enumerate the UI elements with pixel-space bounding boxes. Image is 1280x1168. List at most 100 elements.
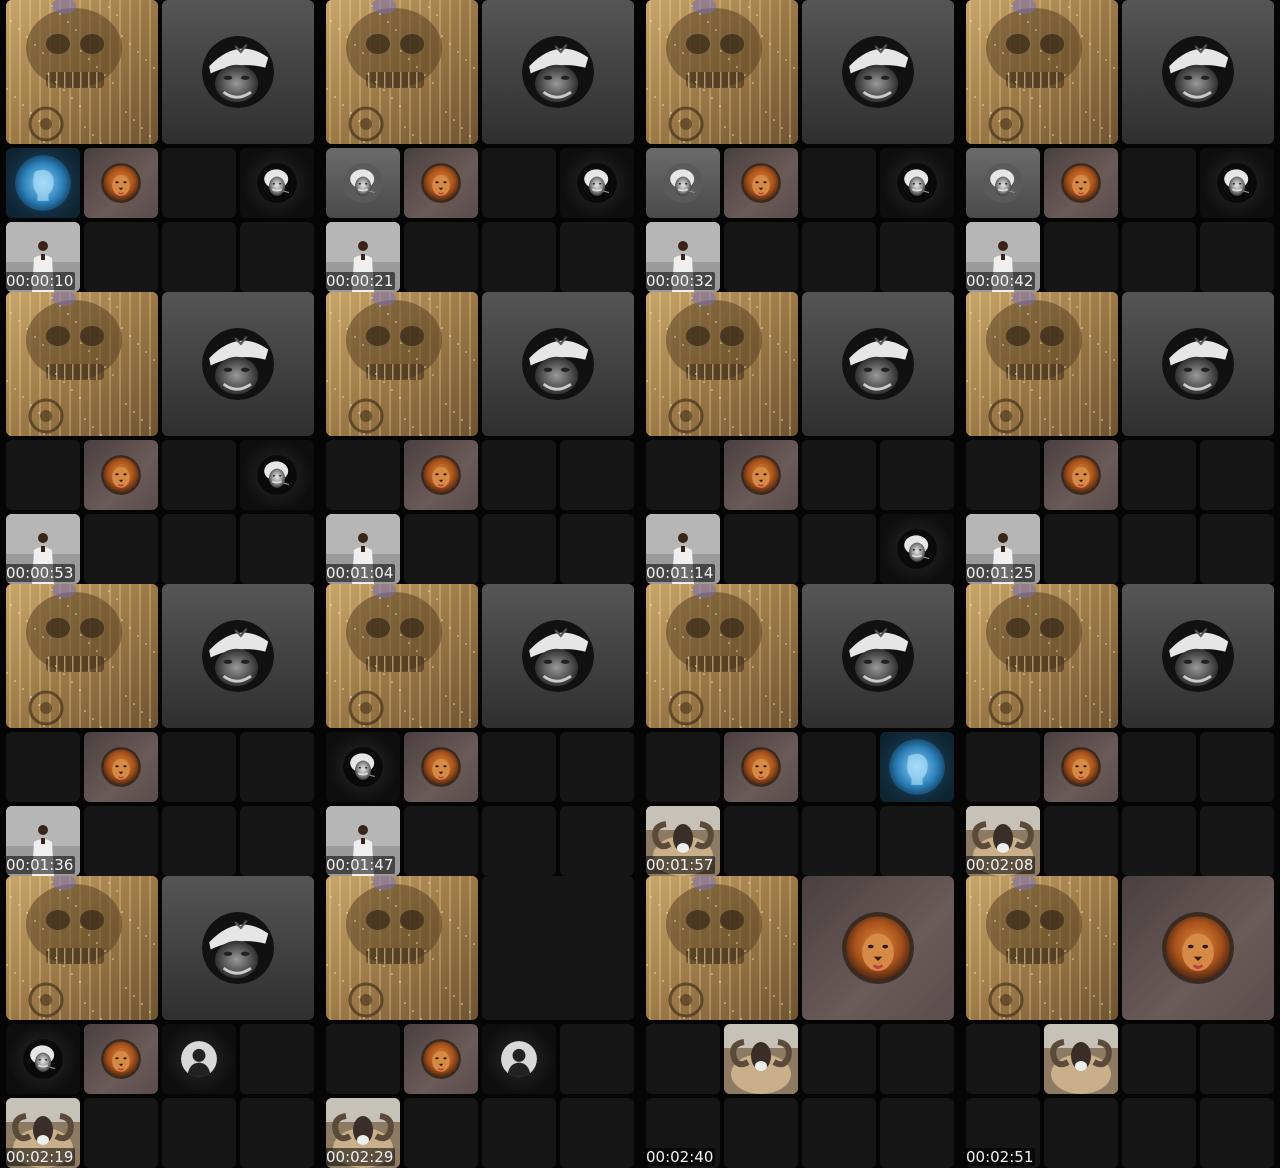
screen-share-tile[interactable] [326,292,478,436]
screen-share-tile[interactable] [966,0,1118,144]
lion-avatar-icon [1061,455,1101,495]
lion-avatar-icon [101,747,141,787]
screen-share-tile[interactable] [966,876,1118,1020]
active-speaker-tile[interactable] [1122,0,1274,144]
empty-participant-slot [1200,222,1274,292]
frame-thumbnail[interactable]: 00:00:53 [0,292,320,584]
participant-tile[interactable] [560,148,634,218]
participant-tile[interactable] [404,1024,478,1094]
ram-avatar-icon [724,1024,798,1094]
active-speaker-tile[interactable] [1122,584,1274,728]
participant-tile[interactable] [1044,148,1118,218]
participant-tile[interactable] [1044,732,1118,802]
participant-tile[interactable] [84,440,158,510]
frame-thumbnail[interactable]: 00:02:08 [960,584,1280,876]
participant-tile[interactable] [880,514,954,584]
participant-tile[interactable] [6,148,80,218]
participant-tile[interactable] [84,1024,158,1094]
empty-participant-slot [1044,514,1118,584]
active-speaker-tile[interactable] [162,292,314,436]
frame-thumbnail[interactable]: 00:01:04 [320,292,640,584]
frame-thumbnail[interactable]: 00:02:51 [960,876,1280,1168]
participant-tile[interactable] [1044,1024,1118,1094]
lion-avatar-icon [101,163,141,203]
participant-tile[interactable] [162,1024,236,1094]
participant-tile[interactable] [6,1024,80,1094]
active-speaker-tile[interactable] [482,0,634,144]
frame-thumbnail[interactable]: 00:01:36 [0,584,320,876]
active-speaker-tile[interactable] [1122,876,1274,1020]
participant-tile[interactable] [724,440,798,510]
active-speaker-tile[interactable] [482,584,634,728]
participant-tile[interactable] [724,732,798,802]
participant-tile[interactable] [880,732,954,802]
timestamp-label: 00:00:21 [324,272,396,290]
screen-share-tile[interactable] [326,876,478,1020]
frame-thumbnail[interactable]: 00:00:10 [0,0,320,292]
participant-tile[interactable] [1044,440,1118,510]
screen-share-tile[interactable] [6,584,158,728]
active-speaker-tile[interactable] [1122,292,1274,436]
participant-tile[interactable] [404,148,478,218]
lion-avatar-icon [421,163,461,203]
active-speaker-tile[interactable] [802,876,954,1020]
participant-tile[interactable] [404,732,478,802]
participant-tile[interactable] [724,148,798,218]
screen-share-tile[interactable] [646,292,798,436]
frame-thumbnail[interactable]: 00:00:21 [320,0,640,292]
participant-tile[interactable] [1200,148,1274,218]
frame-thumbnail[interactable]: 00:00:42 [960,0,1280,292]
active-speaker-tile[interactable] [162,0,314,144]
empty-participant-slot [880,440,954,510]
empty-participant-slot [162,1098,236,1168]
participant-tile[interactable] [880,148,954,218]
empty-participant-slot [560,514,634,584]
timestamp-label: 00:02:51 [964,1148,1036,1166]
screen-share-tile[interactable] [326,0,478,144]
participant-tile[interactable] [240,148,314,218]
participant-tile[interactable] [326,732,400,802]
frame-thumbnail[interactable]: 00:01:47 [320,584,640,876]
participant-tile[interactable] [326,148,400,218]
empty-participant-slot [6,732,80,802]
timestamp-label: 00:02:40 [644,1148,716,1166]
frame-thumbnail[interactable]: 00:02:19 [0,876,320,1168]
active-speaker-tile[interactable] [162,584,314,728]
frame-thumbnail[interactable]: 00:01:14 [640,292,960,584]
active-speaker-tile[interactable] [162,876,314,1020]
screen-share-tile[interactable] [966,584,1118,728]
screen-share-tile[interactable] [6,0,158,144]
participant-tile[interactable] [966,148,1040,218]
frame-thumbnail[interactable]: 00:01:25 [960,292,1280,584]
empty-participant-slot [802,148,876,218]
screen-share-tile[interactable] [6,876,158,1020]
participant-tile[interactable] [482,1024,556,1094]
frame-thumbnail[interactable]: 00:00:32 [640,0,960,292]
screen-share-tile[interactable] [326,584,478,728]
empty-participant-slot [1044,806,1118,876]
frame-thumbnail[interactable]: 00:02:40 [640,876,960,1168]
participant-tile[interactable] [646,148,720,218]
screen-share-tile[interactable] [646,0,798,144]
participant-tile[interactable] [84,148,158,218]
screen-share-tile[interactable] [966,292,1118,436]
active-speaker-tile[interactable] [802,0,954,144]
screen-share-tile[interactable] [6,292,158,436]
active-speaker-tile[interactable] [802,292,954,436]
golden-skull-image [646,0,798,144]
golden-skull-image [6,876,158,1020]
screen-share-tile[interactable] [646,584,798,728]
screen-share-tile[interactable] [646,876,798,1020]
frame-thumbnail[interactable]: 00:01:57 [640,584,960,876]
man-with-cap-avatar-icon [842,36,914,108]
golden-skull-image [646,292,798,436]
empty-participant-slot [880,1024,954,1094]
participant-tile[interactable] [404,440,478,510]
man-with-cap-avatar-icon [202,620,274,692]
participant-tile[interactable] [724,1024,798,1094]
active-speaker-tile[interactable] [802,584,954,728]
active-speaker-tile[interactable] [482,292,634,436]
participant-tile[interactable] [84,732,158,802]
participant-tile[interactable] [240,440,314,510]
frame-thumbnail[interactable]: 00:02:29 [320,876,640,1168]
